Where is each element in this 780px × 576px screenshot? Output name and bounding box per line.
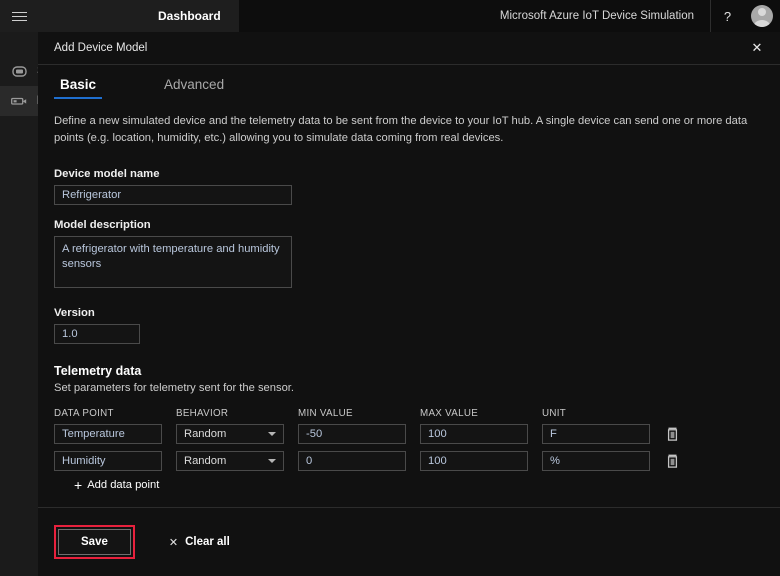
brand-label: Microsoft Azure IoT Device Simulation bbox=[499, 10, 694, 22]
add-data-point-label: Add data point bbox=[87, 478, 160, 491]
menu-toggle-button[interactable] bbox=[0, 0, 38, 32]
clear-all-button[interactable]: ✕ Clear all bbox=[169, 536, 230, 549]
column-header-max-value: MAX VALUE bbox=[420, 407, 479, 419]
telemetry-section-subtitle: Set parameters for telemetry sent for th… bbox=[54, 381, 295, 394]
version-label: Version bbox=[54, 306, 95, 319]
close-icon[interactable]: ✕ bbox=[748, 39, 766, 57]
unit-input[interactable] bbox=[542, 423, 650, 444]
save-button-highlight: Save bbox=[54, 525, 135, 559]
page-title: Dashboard bbox=[140, 0, 239, 32]
device-model-name-label: Device model name bbox=[54, 167, 160, 180]
dialog-header: Add Device Model ✕ bbox=[38, 32, 780, 65]
chevron-down-icon bbox=[268, 458, 276, 463]
dialog-footer: Save ✕ Clear all bbox=[38, 507, 780, 576]
data-point-input[interactable] bbox=[54, 423, 162, 444]
add-device-model-dialog: Add Device Model ✕ Basic Advanced Define… bbox=[38, 32, 780, 576]
clear-all-label: Clear all bbox=[185, 536, 230, 548]
dialog-tabs: Basic Advanced bbox=[38, 65, 780, 99]
behavior-select[interactable]: Random bbox=[176, 423, 284, 444]
trash-icon bbox=[667, 427, 677, 441]
dialog-title: Add Device Model bbox=[54, 42, 148, 54]
model-description-label: Model description bbox=[54, 218, 151, 231]
telemetry-table-header: DATA POINT BEHAVIOR MIN VALUE MAX VALUE … bbox=[54, 408, 764, 419]
plus-icon: + bbox=[74, 476, 83, 493]
top-bar-left-spacer bbox=[38, 0, 140, 32]
chevron-down-icon bbox=[268, 431, 276, 436]
telemetry-section-title: Telemetry data bbox=[54, 363, 142, 378]
app-root: Dashboard Microsoft Azure IoT Device Sim… bbox=[0, 0, 780, 576]
column-header-behavior: BEHAVIOR bbox=[176, 407, 229, 419]
help-button[interactable]: ? bbox=[710, 0, 744, 32]
device-model-name-input[interactable] bbox=[54, 184, 292, 205]
dialog-intro-text: Define a new simulated device and the te… bbox=[54, 115, 748, 145]
user-avatar-icon bbox=[751, 5, 773, 27]
table-row: Random bbox=[54, 450, 764, 471]
column-header-min-value: MIN VALUE bbox=[298, 407, 353, 419]
dialog-body: Define a new simulated device and the te… bbox=[38, 99, 780, 539]
column-header-data-point: DATA POINT bbox=[54, 407, 114, 419]
tab-basic[interactable]: Basic bbox=[54, 77, 103, 99]
version-input[interactable] bbox=[54, 323, 140, 344]
hamburger-icon bbox=[11, 9, 27, 24]
model-description-textarea[interactable] bbox=[54, 235, 292, 288]
data-point-input[interactable] bbox=[54, 450, 162, 471]
account-button[interactable] bbox=[744, 0, 780, 32]
behavior-select-value: Random bbox=[184, 454, 227, 467]
max-value-input[interactable] bbox=[420, 450, 528, 471]
add-data-point-button[interactable]: + Add data point bbox=[74, 478, 159, 492]
tab-advanced[interactable]: Advanced bbox=[158, 77, 230, 99]
top-bar-filler bbox=[238, 0, 500, 32]
delete-row-button[interactable] bbox=[664, 452, 680, 470]
behavior-select-value: Random bbox=[184, 427, 227, 440]
save-button[interactable]: Save bbox=[58, 529, 131, 555]
max-value-input[interactable] bbox=[420, 423, 528, 444]
device-models-icon bbox=[9, 91, 29, 111]
delete-row-button[interactable] bbox=[664, 425, 680, 443]
top-bar: Dashboard Microsoft Azure IoT Device Sim… bbox=[0, 0, 780, 32]
min-value-input[interactable] bbox=[298, 450, 406, 471]
column-header-unit: UNIT bbox=[542, 407, 567, 419]
trash-icon bbox=[667, 454, 677, 468]
unit-input[interactable] bbox=[542, 450, 650, 471]
table-row: Random bbox=[54, 423, 764, 444]
simulation-icon bbox=[9, 61, 29, 81]
close-x-icon: ✕ bbox=[168, 536, 179, 549]
behavior-select[interactable]: Random bbox=[176, 450, 284, 471]
min-value-input[interactable] bbox=[298, 423, 406, 444]
